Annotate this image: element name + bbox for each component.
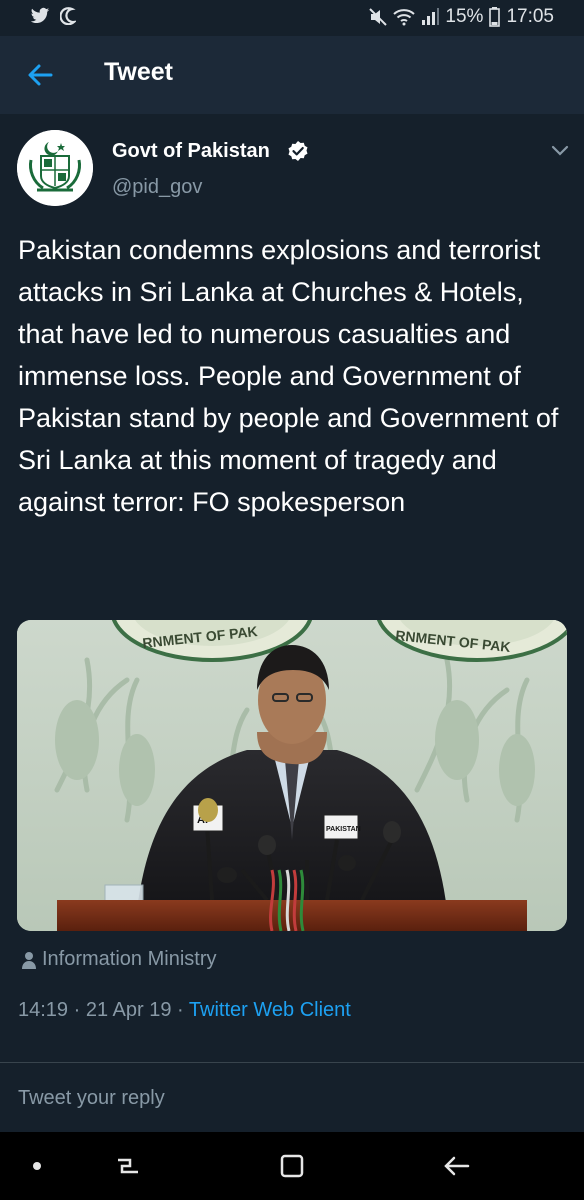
twitter-icon xyxy=(30,7,50,24)
nav-dot-icon[interactable] xyxy=(33,1162,41,1170)
signal-icon xyxy=(422,8,440,25)
meta-separator: · xyxy=(73,999,81,1021)
meta-separator: · xyxy=(177,999,184,1021)
tweet-client-link[interactable]: Twitter Web Client xyxy=(189,999,351,1021)
person-icon xyxy=(22,951,36,969)
status-left-icons xyxy=(30,7,76,25)
chevron-down-icon[interactable] xyxy=(550,144,570,158)
status-bar: 15% 17:05 xyxy=(0,0,584,36)
status-right-icons: 15% 17:05 xyxy=(369,6,554,28)
moon-icon xyxy=(60,7,76,25)
tweet-time: 14:19 xyxy=(18,999,69,1021)
home-icon[interactable] xyxy=(276,1150,308,1182)
mute-icon xyxy=(369,8,388,26)
reply-bar[interactable]: Tweet your reply xyxy=(0,1062,584,1131)
back-arrow-icon[interactable] xyxy=(24,59,56,91)
pakistan-emblem-icon xyxy=(17,130,93,206)
verified-badge-icon xyxy=(288,141,308,161)
battery-percent: 15% xyxy=(445,6,484,27)
press-conference-photo: RNMENT OF PAK RNMENT OF PAK PAKISTAN xyxy=(17,620,567,931)
tweet-location[interactable]: Information Ministry xyxy=(22,948,217,971)
battery-icon xyxy=(489,7,501,27)
recents-icon[interactable] xyxy=(112,1150,144,1182)
app-header: Tweet xyxy=(0,36,584,114)
status-time: 17:05 xyxy=(506,6,554,27)
back-icon[interactable] xyxy=(440,1150,472,1182)
tweet-text: Pakistan condemns explosions and terrori… xyxy=(18,235,559,517)
tweet-date: 21 Apr 19 xyxy=(85,999,172,1021)
location-label: Information Ministry xyxy=(42,948,217,970)
tweet-image[interactable]: RNMENT OF PAK RNMENT OF PAK PAKISTAN xyxy=(17,620,567,931)
reply-input[interactable]: Tweet your reply xyxy=(18,1087,165,1110)
mic-label-pakistan: PAKISTAN xyxy=(326,826,361,833)
author-name[interactable]: Govt of Pakistan xyxy=(112,140,270,163)
avatar[interactable] xyxy=(17,130,93,206)
wifi-icon xyxy=(393,9,416,26)
author-handle[interactable]: @pid_gov xyxy=(112,176,202,199)
tweet-meta: 14:19 · 21 Apr 19 · Twitter Web Client xyxy=(18,999,351,1022)
system-nav-bar xyxy=(0,1132,584,1200)
page-title: Tweet xyxy=(104,58,173,86)
